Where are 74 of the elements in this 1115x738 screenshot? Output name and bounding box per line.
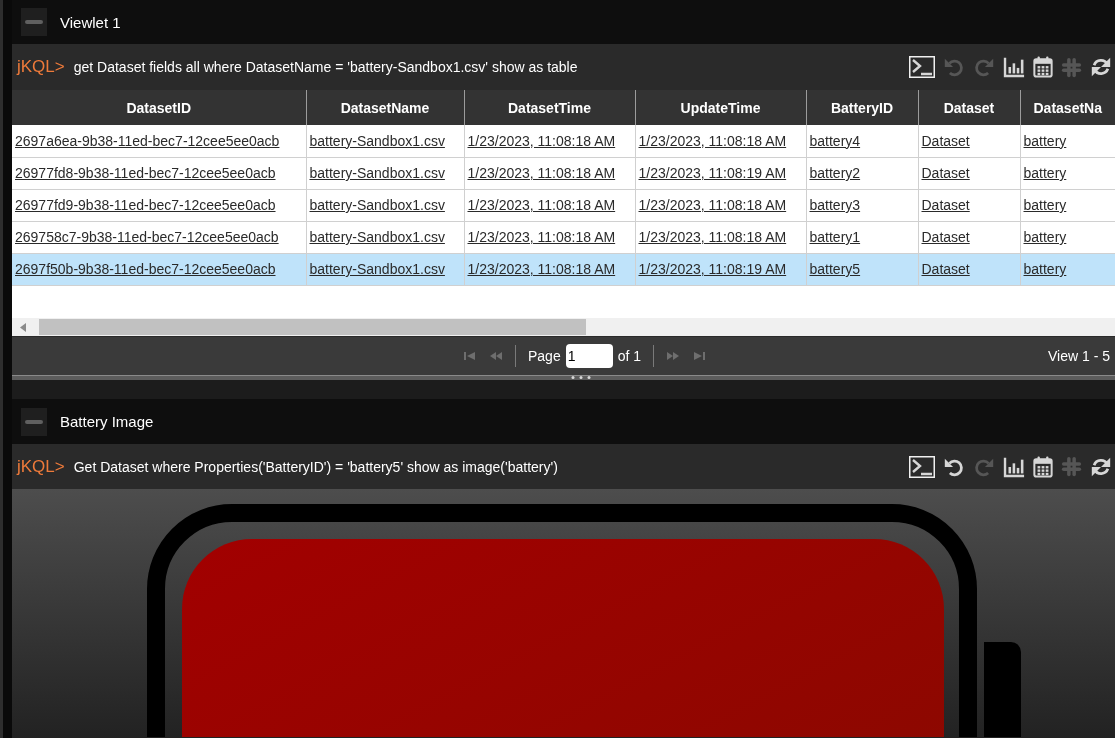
record-count-label: View 1 - 5	[1048, 348, 1110, 364]
table-row[interactable]: 2697a6ea-9b38-11ed-bec7-12cee5ee0acb battery-Sandbox1.csv 1/23/2023, 11:08:18 AM 1/23/2023, 11:08:18 AM battery4 Dataset battery	[12, 125, 1115, 157]
table-cell[interactable]: battery-Sandbox1.csv	[306, 125, 464, 157]
table-cell[interactable]: 1/23/2023, 11:08:18 AM	[464, 125, 635, 157]
table-row[interactable]: 26977fd9-9b38-11ed-bec7-12cee5ee0acb battery-Sandbox1.csv 1/23/2023, 11:08:18 AM 1/23/2023, 11:08:18 AM battery3 Dataset battery	[12, 189, 1115, 221]
query-prompt: jKQL>	[17, 456, 65, 477]
viewlet-title: Viewlet 1	[60, 13, 121, 31]
table-cell[interactable]: Dataset	[918, 253, 1020, 285]
scroll-left-icon[interactable]	[20, 322, 26, 332]
table-cell[interactable]: 1/23/2023, 11:08:19 AM	[635, 157, 806, 189]
table-cell[interactable]: battery-Sandbox1.csv	[306, 189, 464, 221]
query-text[interactable]: Get Dataset where Properties('BatteryID') = 'battery5' show as image('battery')	[73, 458, 558, 475]
table-cell[interactable]: Dataset	[918, 157, 1020, 189]
viewlet-title: Battery Image	[60, 413, 154, 430]
page-count-label: of 1	[617, 348, 642, 364]
table-cell[interactable]: 2697f50b-9b38-11ed-bec7-12cee5ee0acb	[12, 253, 306, 285]
table-cell[interactable]: battery	[1020, 253, 1115, 285]
table-cell[interactable]: battery2	[806, 157, 918, 189]
table-cell[interactable]: battery-Sandbox1.csv	[306, 157, 464, 189]
column-header[interactable]: DatasetTime	[464, 90, 635, 125]
table-cell[interactable]: Dataset	[918, 125, 1020, 157]
table-cell[interactable]: 1/23/2023, 11:08:18 AM	[635, 189, 806, 221]
column-header[interactable]: Dataset	[918, 90, 1020, 125]
table-cell[interactable]: battery5	[806, 253, 918, 285]
table-cell[interactable]: battery	[1020, 157, 1115, 189]
table-cell[interactable]: Dataset	[918, 189, 1020, 221]
minus-icon	[25, 20, 43, 24]
column-header[interactable]: BatteryID	[806, 90, 918, 125]
column-header[interactable]: DatasetNa	[1020, 90, 1115, 125]
collapse-button[interactable]	[21, 407, 47, 436]
calendar-icon[interactable]	[1033, 56, 1053, 78]
resize-splitter[interactable]	[12, 375, 1115, 380]
page-label: Page	[528, 348, 561, 364]
refresh-icon[interactable]	[1090, 455, 1112, 478]
table-cell[interactable]: battery-Sandbox1.csv	[306, 221, 464, 253]
table-cell[interactable]: 1/23/2023, 11:08:18 AM	[464, 221, 635, 253]
table-cell[interactable]: battery4	[806, 125, 918, 157]
table-cell[interactable]: 1/23/2023, 11:08:18 AM	[635, 125, 806, 157]
table-cell[interactable]: 1/23/2023, 11:08:18 AM	[635, 221, 806, 253]
terminal-icon[interactable]	[909, 56, 935, 78]
drag-handle-icon[interactable]	[570, 376, 591, 379]
query-text[interactable]: get Dataset fields all where DatasetName = 'battery-Sandbox1.csv' show as table	[73, 59, 578, 75]
table-cell[interactable]: battery	[1020, 189, 1115, 221]
collapse-button[interactable]	[21, 8, 47, 36]
bar-chart-icon[interactable]	[1003, 56, 1025, 78]
table-cell[interactable]: battery	[1020, 125, 1115, 157]
refresh-icon[interactable]	[1090, 56, 1112, 78]
column-header[interactable]: DatasetID	[12, 90, 306, 125]
table-cell[interactable]: 1/23/2023, 11:08:18 AM	[464, 157, 635, 189]
table-cell[interactable]: 26977fd9-9b38-11ed-bec7-12cee5ee0acb	[12, 189, 306, 221]
page-number-field[interactable]: 1	[565, 344, 613, 368]
table-cell[interactable]: battery	[1020, 221, 1115, 253]
table-cell[interactable]: 2697a6ea-9b38-11ed-bec7-12cee5ee0acb	[12, 125, 306, 157]
minus-icon	[25, 419, 43, 424]
table-cell[interactable]: Dataset	[918, 221, 1020, 253]
calendar-icon[interactable]	[1033, 455, 1053, 478]
table-row[interactable]: 2697f50b-9b38-11ed-bec7-12cee5ee0acb battery-Sandbox1.csv 1/23/2023, 11:08:18 AM 1/23/2023, 11:08:19 AM battery5 Dataset battery	[12, 253, 1115, 285]
table-row[interactable]: 26977fd8-9b38-11ed-bec7-12cee5ee0acb battery-Sandbox1.csv 1/23/2023, 11:08:18 AM 1/23/2023, 11:08:19 AM battery2 Dataset battery	[12, 157, 1115, 189]
horizontal-scrollbar[interactable]	[12, 318, 1115, 337]
table-cell[interactable]: 269758c7-9b38-11ed-bec7-12cee5ee0acb	[12, 221, 306, 253]
table-cell[interactable]: 1/23/2023, 11:08:19 AM	[635, 253, 806, 285]
terminal-icon[interactable]	[909, 455, 935, 478]
column-header[interactable]: DatasetName	[306, 90, 464, 125]
table-cell[interactable]: 1/23/2023, 11:08:18 AM	[464, 253, 635, 285]
bar-chart-icon[interactable]	[1003, 455, 1025, 478]
scrollbar-thumb[interactable]	[39, 319, 586, 335]
table-row[interactable]: 269758c7-9b38-11ed-bec7-12cee5ee0acb battery-Sandbox1.csv 1/23/2023, 11:08:18 AM 1/23/2023, 11:08:18 AM battery1 Dataset battery	[12, 221, 1115, 253]
column-header[interactable]: UpdateTime	[635, 90, 806, 125]
table-cell[interactable]: 26977fd8-9b38-11ed-bec7-12cee5ee0acb	[12, 157, 306, 189]
query-prompt: jKQL>	[17, 57, 65, 77]
table-cell[interactable]: battery1	[806, 221, 918, 253]
table-cell[interactable]: battery3	[806, 189, 918, 221]
table-cell[interactable]: 1/23/2023, 11:08:18 AM	[464, 189, 635, 221]
table-cell[interactable]: battery-Sandbox1.csv	[306, 253, 464, 285]
